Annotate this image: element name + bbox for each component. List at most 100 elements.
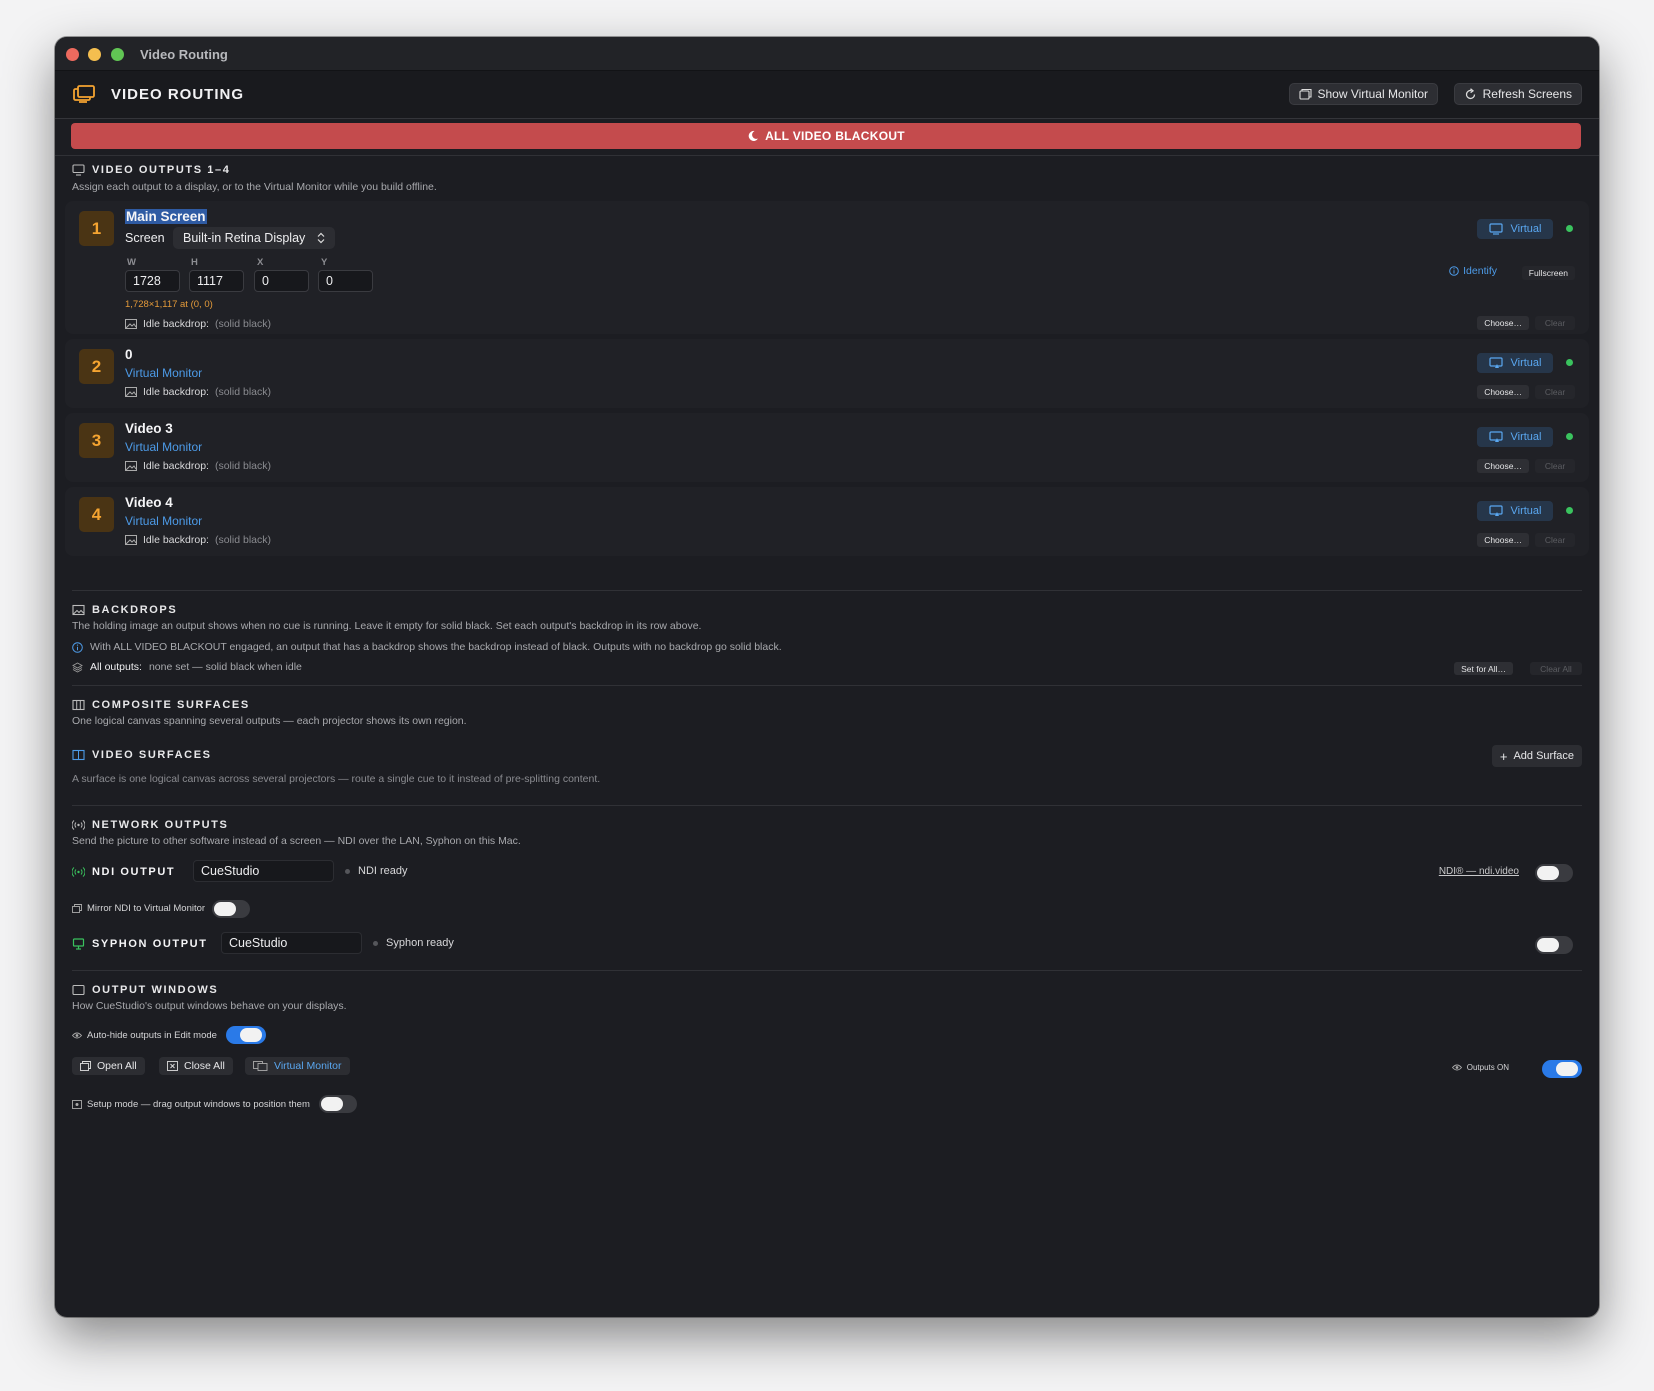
composite-surfaces-description: One logical canvas spanning several outp…: [72, 715, 467, 727]
ndi-status: NDI ready: [345, 865, 408, 877]
ndi-link[interactable]: NDI® — ndi.video: [1439, 866, 1519, 877]
show-virtual-monitor-button[interactable]: Show Virtual Monitor: [1288, 83, 1438, 105]
split-screen-icon: [72, 749, 85, 761]
ndi-name-input[interactable]: CueStudio: [193, 860, 334, 882]
broadcast-icon: [72, 820, 85, 830]
fullscreen-button[interactable]: Fullscreen: [1521, 266, 1575, 280]
toggle-knob: [321, 1097, 343, 1111]
network-outputs-description: Send the picture to other software inste…: [72, 835, 521, 847]
clear-backdrop-button[interactable]: Clear: [1535, 385, 1575, 399]
window-title: Video Routing: [140, 47, 228, 62]
clear-backdrop-button[interactable]: Clear: [1535, 533, 1575, 547]
position-icon: [72, 1100, 82, 1109]
image-icon: [125, 461, 137, 471]
maximize-window-button[interactable]: [111, 48, 124, 61]
autohide-toggle[interactable]: [226, 1026, 266, 1044]
output-route: Virtual Monitor: [125, 366, 203, 380]
open-all-button[interactable]: Open All: [72, 1057, 145, 1075]
toggle-knob: [214, 902, 236, 916]
image-icon: [125, 387, 137, 397]
syphon-toggle[interactable]: [1535, 936, 1573, 954]
idle-backdrop: Idle backdrop: (solid black): [125, 534, 271, 546]
toggle-knob: [1537, 866, 1559, 880]
all-video-blackout-button[interactable]: ALL VIDEO BLACKOUT: [71, 123, 1581, 149]
output-row-3: 3 Video 3 Virtual Monitor Idle backdrop:…: [65, 413, 1589, 482]
page-title: VIDEO ROUTING: [111, 86, 245, 103]
height-input[interactable]: 1117: [189, 270, 244, 292]
choose-backdrop-button[interactable]: Choose…: [1477, 459, 1529, 473]
virtual-toggle-button[interactable]: Virtual: [1477, 219, 1553, 239]
output-windows-heading: OUTPUT WINDOWS: [72, 984, 218, 996]
y-input[interactable]: 0: [318, 270, 373, 292]
eye-icon: [1451, 1064, 1462, 1071]
output-number-badge: 4: [79, 497, 114, 532]
close-all-button[interactable]: Close All: [159, 1057, 233, 1075]
close-window-icon: [167, 1061, 178, 1071]
refresh-screens-button[interactable]: Refresh Screens: [1453, 83, 1582, 105]
width-input[interactable]: 1728: [125, 270, 180, 292]
outputs-on-toggle[interactable]: [1542, 1060, 1582, 1078]
layers-icon: [72, 661, 83, 673]
clear-backdrop-button[interactable]: Clear: [1535, 316, 1575, 330]
choose-backdrop-button[interactable]: Choose…: [1477, 316, 1529, 330]
virtual-monitor-icon: [1488, 357, 1503, 368]
virtual-toggle-button[interactable]: Virtual: [1477, 353, 1553, 373]
columns-icon: [72, 699, 85, 711]
y-label: Y: [321, 257, 328, 268]
monitor-icon: [72, 938, 85, 950]
virtual-monitor-button[interactable]: Virtual Monitor: [245, 1057, 350, 1075]
monitor-icon: [72, 164, 85, 176]
screen-label: Screen: [125, 231, 165, 245]
clear-backdrop-button[interactable]: Clear: [1535, 459, 1575, 473]
clear-all-button[interactable]: Clear All: [1530, 662, 1582, 675]
idle-backdrop: Idle backdrop: (solid black): [125, 460, 271, 472]
image-icon: [125, 319, 137, 329]
output-name[interactable]: Main Screen: [125, 209, 207, 224]
virtual-toggle-button[interactable]: Virtual: [1477, 501, 1553, 521]
virtual-toggle-button[interactable]: Virtual: [1477, 427, 1553, 447]
set-for-all-button[interactable]: Set for All…: [1454, 662, 1513, 675]
composite-surfaces-heading: COMPOSITE SURFACES: [72, 699, 250, 711]
info-icon: [72, 641, 83, 653]
divider: [72, 970, 1582, 971]
ndi-toggle[interactable]: [1535, 864, 1573, 882]
toggle-knob: [1537, 938, 1559, 952]
mirror-ndi-toggle[interactable]: [212, 900, 250, 918]
backdrops-info: With ALL VIDEO BLACKOUT engaged, an outp…: [72, 641, 782, 653]
output-number-badge: 3: [79, 423, 114, 458]
divider: [72, 805, 1582, 806]
eye-icon: [72, 1032, 82, 1039]
image-icon: [125, 535, 137, 545]
minimize-window-button[interactable]: [88, 48, 101, 61]
app-header: VIDEO ROUTING Show Virtual Monitor Refre…: [55, 71, 1599, 119]
output-name[interactable]: Video 4: [125, 495, 173, 510]
choose-backdrop-button[interactable]: Choose…: [1477, 533, 1529, 547]
idle-backdrop: Idle backdrop: (solid black): [125, 318, 271, 330]
syphon-name-input[interactable]: CueStudio: [221, 932, 362, 954]
status-dot: [1566, 433, 1573, 440]
x-input[interactable]: 0: [254, 270, 309, 292]
video-outputs-description: Assign each output to a display, or to t…: [72, 181, 437, 193]
screen-select[interactable]: Built-in Retina Display: [173, 227, 336, 249]
status-dot: [1566, 225, 1573, 232]
status-dot: [1566, 507, 1573, 514]
identify-button[interactable]: Identify: [1449, 265, 1497, 277]
virtual-monitor-icon: [1488, 431, 1503, 442]
outputs-on-label: Outputs ON: [1451, 1063, 1509, 1072]
add-surface-button[interactable]: + Add Surface: [1491, 745, 1582, 767]
backdrops-heading: BACKDROPS: [72, 604, 177, 616]
choose-backdrop-button[interactable]: Choose…: [1477, 385, 1529, 399]
output-name[interactable]: Video 3: [125, 421, 173, 436]
output-name[interactable]: 0: [125, 347, 133, 362]
window-icon: [72, 984, 85, 996]
syphon-output-label: SYPHON OUTPUT: [72, 938, 208, 950]
refresh-icon: [1465, 87, 1475, 99]
broadcast-icon: [72, 867, 85, 877]
syphon-status: Syphon ready: [373, 937, 454, 949]
autohide-label: Auto-hide outputs in Edit mode: [72, 1030, 217, 1041]
status-dot: [345, 868, 350, 874]
setup-mode-toggle[interactable]: [319, 1095, 357, 1113]
close-window-button[interactable]: [66, 48, 79, 61]
output-route: Virtual Monitor: [125, 440, 203, 454]
idle-backdrop: Idle backdrop: (solid black): [125, 386, 271, 398]
